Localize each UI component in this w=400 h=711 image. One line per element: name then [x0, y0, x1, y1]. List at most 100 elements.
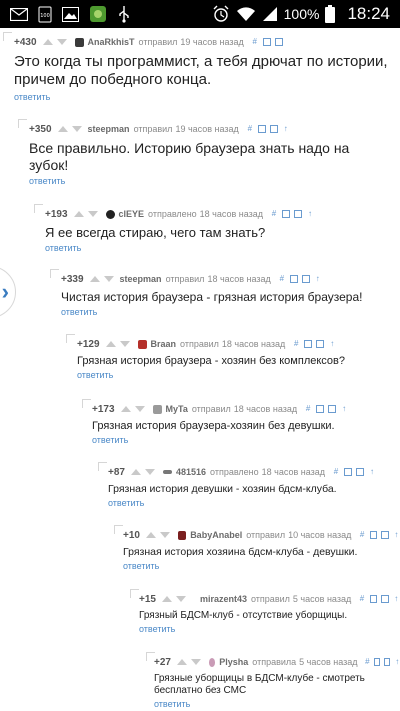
parent-arrow-icon[interactable]: ↑: [393, 595, 400, 603]
downvote-icon[interactable]: [175, 596, 186, 602]
save-icon[interactable]: [274, 38, 283, 46]
hash-link-icon[interactable]: #: [304, 405, 312, 413]
collapse-icon[interactable]: [257, 125, 266, 133]
upvote-icon[interactable]: [105, 341, 116, 347]
comment-time[interactable]: 18 часов назад: [234, 404, 297, 414]
save-icon[interactable]: [384, 658, 391, 666]
comment-author[interactable]: 481516: [176, 467, 206, 477]
thread-collapse-line[interactable]: [50, 269, 59, 278]
downvote-icon[interactable]: [56, 39, 67, 45]
reply-link[interactable]: ответить: [61, 307, 400, 317]
hash-link-icon[interactable]: #: [292, 340, 300, 348]
comment-author[interactable]: steepman: [120, 274, 162, 284]
parent-arrow-icon[interactable]: ↑: [282, 125, 290, 133]
avatar[interactable]: [152, 404, 162, 414]
downvote-icon[interactable]: [159, 532, 170, 538]
comment-author[interactable]: BabyAnabel: [190, 530, 242, 540]
comment-author[interactable]: MyTa: [166, 404, 188, 414]
avatar[interactable]: [177, 530, 187, 540]
reply-link[interactable]: ответить: [154, 699, 400, 709]
thread-collapse-line[interactable]: [18, 119, 27, 128]
save-icon[interactable]: [328, 405, 337, 413]
reply-link[interactable]: ответить: [123, 561, 400, 571]
downvote-icon[interactable]: [103, 276, 114, 282]
collapse-icon[interactable]: [316, 405, 325, 413]
save-icon[interactable]: [356, 468, 364, 476]
comment-time[interactable]: 18 часов назад: [200, 209, 263, 219]
side-drawer-tab[interactable]: ›: [0, 266, 16, 318]
hash-link-icon[interactable]: #: [270, 210, 278, 218]
parent-arrow-icon[interactable]: ↑: [340, 405, 348, 413]
collapse-icon[interactable]: [344, 468, 352, 476]
downvote-icon[interactable]: [144, 469, 155, 475]
thread-collapse-line[interactable]: [66, 334, 75, 343]
hash-link-icon[interactable]: #: [246, 125, 254, 133]
comment-time[interactable]: 18 часов назад: [222, 339, 285, 349]
collapse-icon[interactable]: [369, 531, 378, 539]
upvote-icon[interactable]: [176, 659, 187, 665]
hash-link-icon[interactable]: #: [365, 658, 371, 666]
reply-link[interactable]: ответить: [139, 624, 400, 634]
downvote-icon[interactable]: [190, 659, 201, 665]
parent-arrow-icon[interactable]: ↑: [368, 468, 376, 476]
downvote-icon[interactable]: [119, 341, 130, 347]
hash-link-icon[interactable]: #: [358, 531, 365, 539]
thread-collapse-line[interactable]: [114, 525, 123, 534]
comment-time[interactable]: 18 часов назад: [207, 274, 270, 284]
comment-time[interactable]: 18 часов назад: [262, 467, 325, 477]
comment-time[interactable]: 19 часов назад: [175, 124, 238, 134]
parent-arrow-icon[interactable]: ↑: [393, 531, 400, 539]
downvote-icon[interactable]: [87, 211, 98, 217]
upvote-icon[interactable]: [73, 211, 84, 217]
upvote-icon[interactable]: [120, 406, 131, 412]
parent-arrow-icon[interactable]: ↑: [394, 658, 400, 666]
reply-link[interactable]: ответить: [14, 92, 400, 102]
hash-link-icon[interactable]: #: [251, 38, 259, 46]
collapse-icon[interactable]: [304, 340, 313, 348]
save-icon[interactable]: [269, 125, 278, 133]
thread-collapse-line[interactable]: [82, 399, 91, 408]
upvote-icon[interactable]: [42, 39, 53, 45]
save-icon[interactable]: [301, 275, 310, 283]
comment-author[interactable]: Plysha: [219, 657, 248, 667]
collapse-icon[interactable]: [369, 595, 378, 603]
reply-link[interactable]: ответить: [29, 176, 400, 186]
collapse-icon[interactable]: [282, 210, 291, 218]
downvote-icon[interactable]: [71, 126, 82, 132]
downvote-icon[interactable]: [134, 406, 145, 412]
avatar[interactable]: [74, 37, 84, 47]
thread-collapse-line[interactable]: [3, 32, 12, 41]
avatar[interactable]: [162, 470, 172, 474]
thread-collapse-line[interactable]: [130, 589, 139, 598]
parent-arrow-icon[interactable]: ↑: [306, 210, 314, 218]
parent-arrow-icon[interactable]: ↑: [314, 275, 322, 283]
comment-time[interactable]: 10 часов назад: [288, 530, 351, 540]
comment-author[interactable]: steepman: [88, 124, 130, 134]
upvote-icon[interactable]: [130, 469, 141, 475]
comment-author[interactable]: AnaRkhisT: [88, 37, 135, 47]
avatar[interactable]: [137, 339, 147, 349]
reply-link[interactable]: ответить: [77, 370, 400, 380]
collapse-icon[interactable]: [289, 275, 298, 283]
upvote-icon[interactable]: [161, 596, 172, 602]
reply-link[interactable]: ответить: [92, 435, 400, 445]
comment-time[interactable]: 5 часов назад: [299, 657, 357, 667]
comment-time[interactable]: 5 часов назад: [293, 594, 351, 604]
comment-author[interactable]: mirazent43: [200, 594, 247, 604]
parent-arrow-icon[interactable]: ↑: [328, 340, 336, 348]
thread-collapse-line[interactable]: [34, 204, 43, 213]
upvote-icon[interactable]: [145, 532, 156, 538]
reply-link[interactable]: ответить: [45, 243, 400, 253]
comment-author[interactable]: clEYE: [119, 209, 145, 219]
comment-author[interactable]: Braan: [151, 339, 177, 349]
collapse-icon[interactable]: [374, 658, 381, 666]
avatar[interactable]: [208, 657, 216, 667]
comment-time[interactable]: 19 часов назад: [180, 37, 243, 47]
reply-link[interactable]: ответить: [108, 498, 400, 508]
hash-link-icon[interactable]: #: [332, 468, 340, 476]
hash-link-icon[interactable]: #: [278, 275, 286, 283]
avatar[interactable]: [105, 209, 115, 219]
thread-collapse-line[interactable]: [98, 462, 107, 471]
save-icon[interactable]: [381, 531, 389, 539]
save-icon[interactable]: [381, 595, 389, 603]
